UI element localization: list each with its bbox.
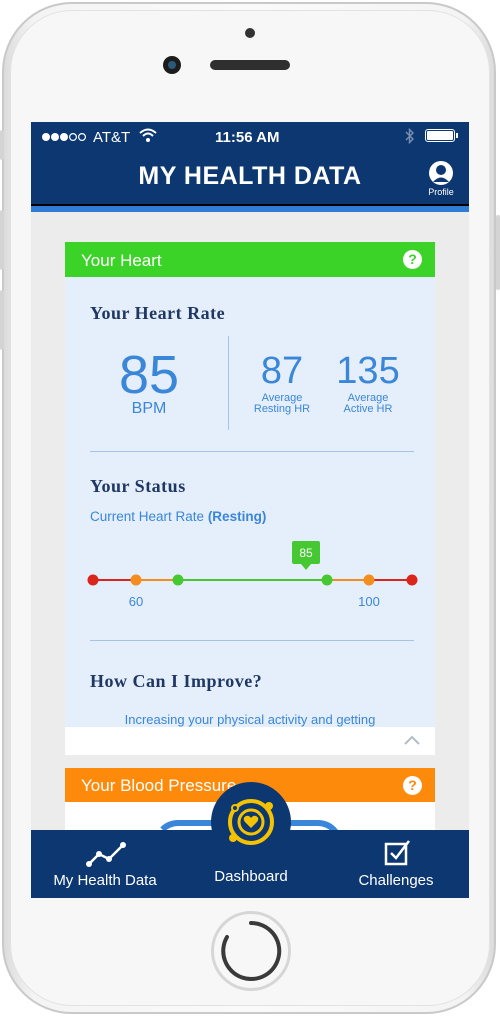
bpm-unit: BPM — [131, 400, 167, 417]
heart-orbit-icon — [228, 799, 274, 845]
gauge-dot-high-orange — [363, 574, 375, 586]
battery-icon — [425, 129, 458, 142]
stats-divider — [228, 336, 229, 430]
bluetooth-icon — [405, 128, 414, 145]
gauge-marker-pointer — [301, 564, 311, 570]
wifi-icon — [139, 128, 157, 142]
resting-hr-label-line2: Resting HR — [253, 403, 311, 415]
heart-card-title: Your Heart — [81, 251, 162, 270]
help-icon[interactable]: ? — [403, 776, 422, 795]
proximity-sensor — [245, 28, 255, 38]
heart-card-footer — [65, 727, 435, 755]
carrier-label: AT&T — [93, 129, 131, 146]
clock: 11:56 AM — [215, 129, 280, 146]
volume-up-button — [0, 210, 4, 270]
gauge-dot-low-red — [87, 574, 99, 586]
loading-spinner-icon — [221, 920, 282, 981]
gauge-dot-high-green — [321, 574, 333, 586]
section-divider — [90, 451, 414, 452]
mute-switch — [0, 130, 4, 160]
tab-label: Challenges — [358, 872, 434, 889]
gauge-marker-value: 85 — [299, 546, 313, 560]
active-hr-value: 135 — [336, 350, 400, 392]
profile-button[interactable]: Profile — [423, 158, 459, 200]
status-heading: Your Status — [90, 476, 186, 496]
tab-my-health-data[interactable]: My Health Data — [45, 834, 165, 896]
profile-label: Profile — [428, 187, 454, 197]
tab-dashboard[interactable]: Dashboard — [208, 780, 294, 896]
status-caption-text: Current Heart Rate — [90, 509, 205, 524]
tab-challenges[interactable]: Challenges — [336, 834, 456, 896]
active-hr-label-line2: Active HR — [343, 403, 393, 415]
front-camera — [163, 56, 181, 74]
gauge-dot-high-red — [406, 574, 418, 586]
app-screen: AT&T 11:56 AM MY HEALTH DATA Profile You… — [31, 122, 469, 898]
gauge-high-label: 100 — [358, 594, 380, 609]
power-button — [496, 215, 500, 290]
status-bar: AT&T 11:56 AM — [31, 122, 469, 152]
gauge-low-label: 60 — [128, 594, 144, 609]
resting-hr-value: 87 — [260, 350, 304, 392]
earpiece-speaker — [210, 60, 290, 70]
section-divider — [90, 640, 414, 641]
chevron-up-icon[interactable] — [403, 734, 421, 746]
status-mode: (Resting) — [207, 509, 267, 524]
improve-text: Increasing your physical activity and ge… — [124, 712, 376, 727]
gauge-dot-low-orange — [130, 574, 142, 586]
profile-icon — [429, 161, 453, 185]
help-icon[interactable]: ? — [403, 250, 422, 269]
checkbox-icon — [384, 840, 410, 866]
improve-heading: How Can I Improve? — [90, 671, 263, 691]
bpm-value: 85 — [118, 345, 180, 405]
status-caption: Current Heart Rate (Resting) — [90, 509, 266, 524]
volume-down-button — [0, 290, 4, 350]
heart-card-header[interactable]: Your Heart ? — [65, 242, 435, 277]
page-title: MY HEALTH DATA — [138, 162, 362, 190]
heart-rate-heading: Your Heart Rate — [90, 303, 226, 323]
gauge-dot-low-green — [172, 574, 184, 586]
tab-label: My Health Data — [53, 872, 157, 889]
tab-label: Dashboard — [214, 868, 288, 885]
line-chart-icon — [86, 842, 126, 867]
signal-dots-icon — [42, 132, 86, 142]
